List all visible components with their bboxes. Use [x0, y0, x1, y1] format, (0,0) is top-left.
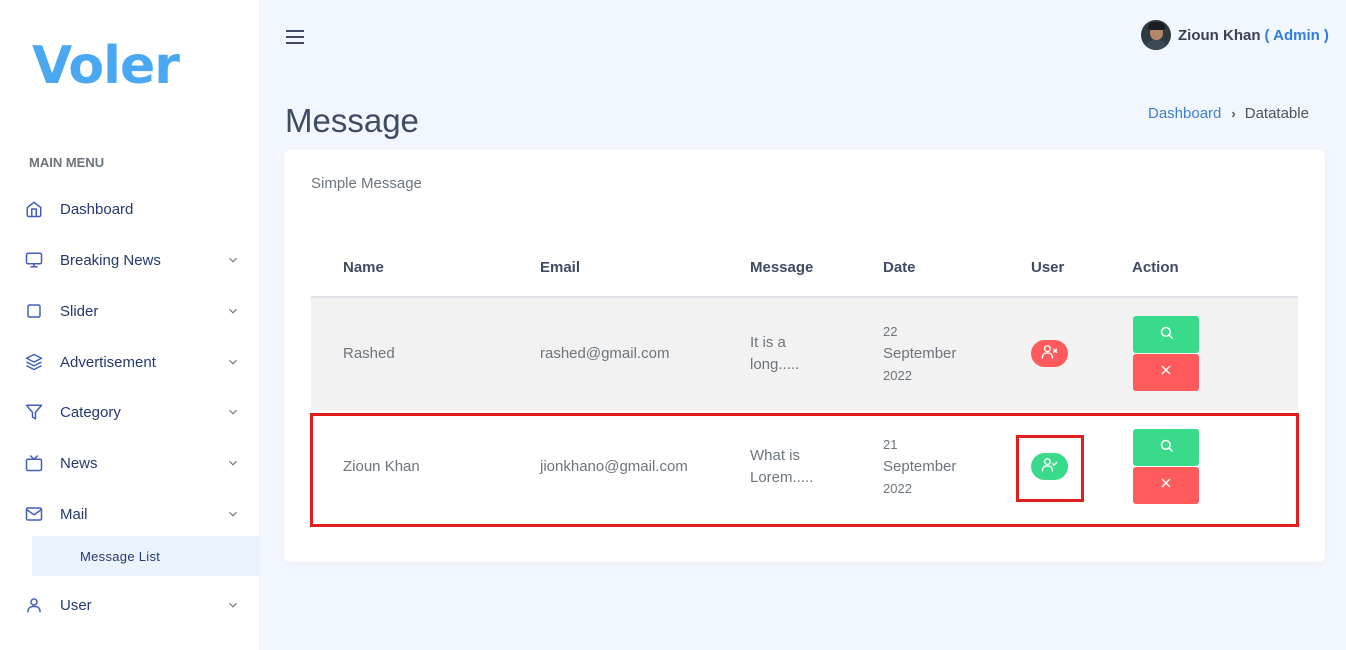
page-title: Message: [285, 102, 419, 139]
sidebar-item-news[interactable]: News: [24, 448, 246, 478]
chevron-down-icon: [226, 253, 240, 272]
cell-date: 22 September 2022: [883, 321, 956, 387]
highlight-box-row: [310, 413, 1299, 527]
search-icon: [1159, 325, 1174, 345]
home-icon: [24, 199, 44, 219]
sidebar-item-user[interactable]: User: [24, 590, 246, 620]
tv-icon: [24, 453, 44, 473]
submenu-item-label: Message List: [80, 548, 161, 564]
hamburger-icon[interactable]: [286, 29, 304, 50]
view-button[interactable]: [1133, 316, 1199, 353]
avatar: [1141, 20, 1171, 50]
cell-email: rashed@gmail.com: [540, 345, 670, 362]
monitor-icon: [24, 250, 44, 270]
sidebar-item-category[interactable]: Category: [24, 397, 246, 427]
column-header-message: Message: [750, 259, 814, 276]
breadcrumb-current: Datatable: [1244, 105, 1309, 122]
sidebar-item-label: Dashboard: [60, 200, 134, 218]
sidebar-item-label: Slider: [60, 302, 99, 320]
sidebar-item-slider[interactable]: Slider: [24, 296, 246, 326]
column-header-name: Name: [343, 259, 384, 276]
sidebar-item-label: Mail: [60, 505, 88, 523]
submenu-item-message-list[interactable]: Message List: [32, 536, 259, 576]
highlight-box-user-status: [1016, 435, 1084, 502]
sidebar-item-label: User: [60, 596, 92, 614]
column-header-date: Date: [883, 259, 916, 276]
chevron-down-icon: [226, 456, 240, 475]
square-icon: [24, 301, 44, 321]
breadcrumb-separator-icon: ›: [1231, 106, 1236, 121]
filter-icon: [24, 402, 44, 422]
chevron-down-icon: [226, 355, 240, 374]
breadcrumb: Dashboard › Datatable: [1148, 105, 1309, 122]
chevron-down-icon: [226, 304, 240, 323]
close-icon: [1159, 363, 1173, 382]
sidebar-item-breaking-news[interactable]: Breaking News: [24, 245, 246, 275]
profile-role: ( Admin ): [1264, 26, 1329, 44]
sidebar-item-label: Advertisement: [60, 353, 156, 371]
cell-name: Rashed: [343, 345, 395, 362]
date-day: 22: [883, 324, 898, 339]
profile-name: Zioun Khan: [1178, 26, 1261, 44]
sidebar-item-label: News: [60, 454, 98, 472]
message-line: It is a: [750, 334, 786, 351]
user-x-icon: [1041, 343, 1058, 365]
voler-logo[interactable]: Voler: [32, 36, 180, 96]
column-header-action: Action: [1132, 259, 1179, 276]
main-menu-title: MAIN MENU: [29, 155, 105, 170]
sidebar-item-advertisement[interactable]: Advertisement: [24, 347, 246, 377]
chevron-down-icon: [226, 405, 240, 424]
user-status-toggle[interactable]: [1031, 340, 1068, 367]
sidebar-item-dashboard[interactable]: Dashboard: [24, 194, 246, 224]
user-profile-dropdown[interactable]: Zioun Khan ( Admin ): [1141, 20, 1329, 50]
sidebar-item-label: Breaking News: [60, 251, 161, 269]
logo-text: Voler: [32, 36, 180, 96]
layers-icon: [24, 352, 44, 372]
breadcrumb-link-dashboard[interactable]: Dashboard: [1148, 105, 1221, 122]
mail-icon: [24, 504, 44, 524]
cell-message: It is a long.....: [750, 332, 799, 376]
date-year: 2022: [883, 368, 912, 383]
column-header-email: Email: [540, 259, 581, 276]
date-month: September: [883, 345, 957, 362]
column-header-user: User: [1031, 259, 1065, 276]
user-icon: [24, 595, 44, 615]
chevron-down-icon: [226, 598, 240, 617]
sidebar: Voler MAIN MENU Dashboard Breaking News …: [0, 0, 260, 650]
sidebar-item-label: Category: [60, 403, 121, 421]
chevron-down-icon: [226, 507, 240, 526]
card-title: Simple Message: [311, 175, 422, 192]
sidebar-item-mail[interactable]: Mail: [24, 499, 246, 529]
message-line: long.....: [750, 356, 800, 373]
delete-button[interactable]: [1133, 354, 1199, 391]
